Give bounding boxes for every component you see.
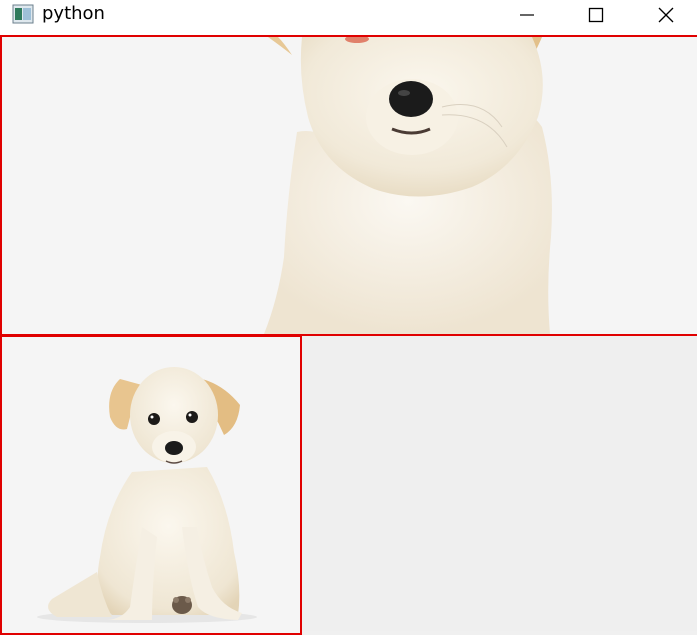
- empty-area: [302, 336, 697, 631]
- minimize-icon: [519, 7, 535, 23]
- puppy-full-image: [37, 367, 257, 623]
- top-image-panel: [0, 35, 697, 336]
- minimize-button[interactable]: [504, 0, 550, 30]
- close-button[interactable]: [643, 0, 689, 30]
- window-title: python: [42, 3, 105, 24]
- maximize-button[interactable]: [573, 0, 619, 30]
- puppy-zoomed-image: [264, 37, 552, 334]
- maximize-icon: [588, 7, 604, 23]
- python-app-icon: [12, 4, 34, 24]
- bottom-left-image-panel: [0, 335, 302, 635]
- title-bar[interactable]: python: [0, 0, 697, 35]
- close-icon: [658, 7, 674, 23]
